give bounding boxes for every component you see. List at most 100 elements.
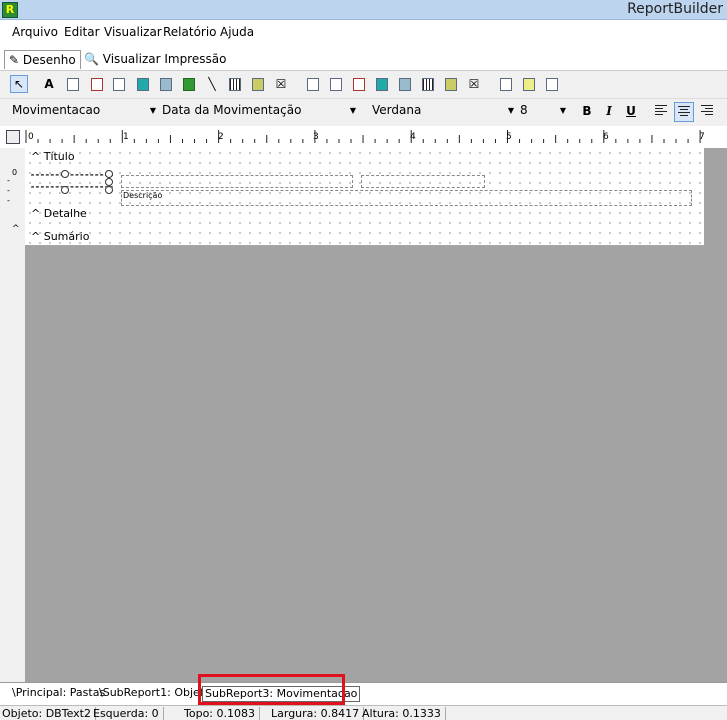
dataset-select[interactable]: Movimentacao ▼	[12, 101, 158, 120]
vruler-mark: -	[7, 186, 10, 195]
description-field[interactable]: Descrição	[121, 190, 692, 206]
description-label: Descrição	[123, 191, 163, 200]
view-tabs: ✎ Desenho 🔍 Visualizar Impressão	[0, 44, 727, 71]
align-center-icon	[678, 106, 690, 116]
band-title-label: Título	[43, 150, 75, 163]
subreport-icon[interactable]	[520, 75, 538, 93]
dbtext-icon[interactable]	[304, 75, 322, 93]
band-detail[interactable]: ^ Detalhe	[31, 207, 87, 220]
menu-relatorio[interactable]: Relatório	[163, 25, 217, 39]
line-icon[interactable]: ╲	[203, 75, 221, 93]
selection-guide	[31, 174, 113, 176]
region-icon[interactable]	[497, 75, 515, 93]
field-select[interactable]: Data da Movimentação ▼	[162, 101, 358, 120]
shape-icon[interactable]	[180, 75, 198, 93]
component-toolbar: ↖ A ╲ ☒ ☒	[0, 71, 727, 99]
band-summary-label: Sumário	[43, 230, 90, 243]
menu-arquivo[interactable]: Arquivo	[12, 25, 58, 39]
dbtext-field[interactable]	[361, 175, 485, 188]
status-object: Objeto: DBText2	[2, 707, 96, 720]
dbrichtext-icon[interactable]	[350, 75, 368, 93]
variable-icon[interactable]	[134, 75, 152, 93]
resize-handle[interactable]	[61, 170, 69, 178]
ruler-ticks	[25, 130, 701, 143]
dataset-value: Movimentacao	[12, 103, 101, 117]
resize-handle[interactable]	[105, 178, 113, 186]
vruler-caret: ^	[12, 224, 20, 234]
ruler-units-icon[interactable]	[6, 130, 20, 144]
chart-icon[interactable]	[249, 75, 267, 93]
report-tab-subreport1[interactable]: \SubReport1: Objeto	[99, 686, 211, 700]
resize-handle[interactable]	[105, 170, 113, 178]
selection-guide	[31, 186, 113, 188]
bold-button[interactable]: B	[578, 102, 596, 120]
status-height: Altura: 0.1333	[362, 707, 446, 720]
menu-editar[interactable]: Editar	[64, 25, 100, 39]
status-left: Esquerda: 0	[93, 707, 164, 720]
richtext-icon[interactable]	[88, 75, 106, 93]
font-size-select[interactable]: 8 ▼	[520, 101, 568, 120]
title-bar: R ReportBuilder	[0, 0, 727, 20]
horizontal-ruler: 0 1 2 3 4 5 6 7	[25, 126, 727, 148]
align-left-button[interactable]	[652, 102, 670, 120]
chevron-down-icon: ▼	[349, 106, 356, 115]
ruler-label-4: 4	[410, 132, 416, 142]
chevron-down-icon: ▼	[149, 106, 156, 115]
tab-design[interactable]: ✎ Desenho	[4, 50, 81, 69]
align-center-button[interactable]	[674, 102, 694, 122]
report-tabs: \Principal: Pastas \SubReport1: Objeto S…	[0, 682, 727, 705]
font-size-value: 8	[520, 103, 528, 117]
menu-visualizar[interactable]: Visualizar	[104, 25, 162, 39]
dbchart-icon[interactable]	[442, 75, 460, 93]
align-right-button[interactable]	[698, 102, 716, 120]
band-title[interactable]: ^ Título	[31, 150, 75, 163]
tab-design-label: Desenho	[22, 53, 76, 67]
dbtext-field[interactable]	[121, 175, 353, 188]
ruler-label-2: 2	[218, 132, 224, 142]
ruler-label-5: 5	[506, 132, 512, 142]
ruler-label-6: 6	[603, 132, 609, 142]
ruler-label-0: 0	[28, 132, 34, 142]
dbimage-icon[interactable]	[396, 75, 414, 93]
band-summary[interactable]: ^ Sumário	[31, 230, 89, 243]
vruler-mark: -	[7, 176, 10, 185]
align-left-icon	[655, 105, 667, 115]
dbcheckbox-icon[interactable]: ☒	[465, 75, 483, 93]
ruler-label-7: 7	[699, 132, 705, 142]
select-pointer-icon[interactable]: ↖	[10, 75, 28, 93]
print-preview-icon: 🔍	[84, 52, 99, 66]
memo-icon[interactable]	[64, 75, 82, 93]
system-variable-icon[interactable]	[110, 75, 128, 93]
chevron-down-icon: ▼	[559, 106, 566, 115]
font-value: Verdana	[372, 103, 422, 117]
highlight-annotation	[198, 674, 345, 705]
app-icon: R	[2, 2, 18, 18]
italic-button[interactable]: I	[600, 102, 618, 120]
report-tab-principal[interactable]: \Principal: Pastas	[12, 686, 105, 700]
underline-button[interactable]: U	[622, 102, 640, 120]
band-detail-label: Detalhe	[43, 207, 87, 220]
status-top: Topo: 0.1083	[184, 707, 260, 720]
label-icon[interactable]: A	[40, 75, 58, 93]
field-value: Data da Movimentação	[162, 103, 302, 117]
menu-bar: Arquivo Editar Visualizar Relatório Ajud…	[0, 20, 727, 44]
vruler-mark: -	[7, 196, 10, 205]
status-bar: Objeto: DBText2 Esquerda: 0 Topo: 0.1083…	[0, 705, 727, 720]
font-select[interactable]: Verdana ▼	[372, 101, 516, 120]
chevron-down-icon: ▼	[507, 106, 514, 115]
image-icon[interactable]	[157, 75, 175, 93]
report-design-sheet[interactable]: ^ Título Descrição ^ Detalhe ^ Sumário	[25, 148, 704, 245]
tab-preview[interactable]: 🔍 Visualizar Impressão	[80, 50, 230, 68]
vertical-ruler: 0 - - - ^	[0, 148, 25, 682]
ruler-label-3: 3	[313, 132, 319, 142]
dbbarcode-icon[interactable]	[419, 75, 437, 93]
status-width: Largura: 0.8417	[271, 707, 365, 720]
crosstab-icon[interactable]	[543, 75, 561, 93]
barcode-icon[interactable]	[226, 75, 244, 93]
dbmemo-icon[interactable]	[327, 75, 345, 93]
tab-preview-label: Visualizar Impressão	[102, 52, 227, 66]
dbcalc-icon[interactable]	[373, 75, 391, 93]
pencil-icon: ✎	[9, 53, 20, 67]
menu-ajuda[interactable]: Ajuda	[220, 25, 254, 39]
checkbox-icon[interactable]: ☒	[272, 75, 290, 93]
